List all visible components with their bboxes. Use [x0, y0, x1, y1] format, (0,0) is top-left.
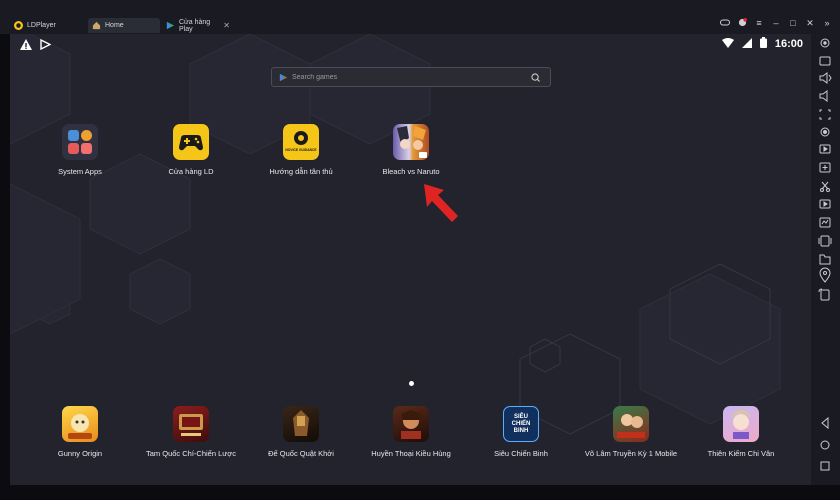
ldplayer-logo-icon	[14, 21, 23, 30]
video-icon[interactable]	[819, 199, 831, 209]
app-label: Gunny Origin	[57, 449, 103, 458]
app-label: Thiên Kiếm Chi Vân	[707, 449, 775, 458]
gunny-origin-icon	[62, 406, 98, 442]
home-icon[interactable]	[820, 440, 830, 450]
home-icon	[92, 21, 101, 30]
app-cua-hang-ld[interactable]: Cửa hàng LD	[136, 124, 246, 176]
app-huong-dan-tan-thu[interactable]: NOVICE GUIDANCE Hướng dẫn tân thủ	[246, 124, 356, 176]
window-controls: ≡ – □ ✕ »	[720, 18, 832, 29]
app-label: Cửa hàng LD	[168, 167, 214, 176]
notification-icon[interactable]	[737, 18, 747, 29]
system-apps-icon	[62, 124, 98, 160]
back-icon[interactable]	[821, 416, 829, 430]
app-de-quoc-quat-khoi[interactable]: Đế Quốc Quật Khởi	[246, 406, 356, 458]
signal-icon	[741, 37, 752, 51]
collapse-sidebar-icon[interactable]: »	[822, 18, 832, 29]
app-vo-lam-truyen-ky[interactable]: Võ Lâm Truyền Kỳ 1 Mobile	[576, 406, 686, 458]
app-huyen-thoai-kieu-hung[interactable]: Huyền Thoại Kiều Hùng	[356, 406, 466, 458]
bleach-vs-naruto-icon	[393, 124, 429, 160]
vo-lam-truyen-ky-icon	[613, 406, 649, 442]
record-icon[interactable]	[820, 127, 830, 137]
close-icon[interactable]: ✕	[805, 18, 815, 29]
bottom-border	[0, 485, 840, 500]
red-arrow-annotation	[424, 184, 458, 222]
fullscreen-icon[interactable]	[819, 109, 831, 120]
play-store-icon	[166, 21, 175, 30]
search-icon[interactable]	[531, 72, 540, 82]
app-label: Tam Quốc Chí-Chiến Lược	[146, 449, 236, 458]
search-bar[interactable]	[271, 67, 551, 87]
app-title: LDPlayer	[14, 18, 84, 33]
warning-icon	[20, 37, 32, 55]
app-label: System Apps	[58, 167, 102, 176]
gamepad-icon[interactable]	[720, 18, 730, 29]
app-label: Bleach vs Naruto	[382, 167, 440, 176]
app-bleach-vs-naruto[interactable]: Bleach vs Naruto	[356, 124, 466, 176]
tab-home-label: Home	[105, 22, 124, 29]
folder-icon[interactable]	[819, 254, 831, 265]
close-tab-icon[interactable]: ✕	[223, 21, 230, 30]
location-icon[interactable]	[819, 267, 831, 283]
tab-play-label: Cửa hàng Play	[179, 18, 211, 33]
menu-icon[interactable]: ≡	[754, 18, 764, 29]
search-input[interactable]	[288, 73, 531, 81]
sieu-chien-binh-icon: SIÊU CHIẾN BINH	[503, 406, 539, 442]
sync-icon[interactable]	[818, 235, 832, 247]
app-sieu-chien-binh[interactable]: SIÊU CHIẾN BINH Siêu Chiến Binh	[466, 406, 576, 458]
app-label: Huyền Thoại Kiều Hùng	[371, 449, 451, 458]
android-screen: 16:00 System Apps	[10, 34, 811, 485]
add-apk-icon[interactable]	[819, 162, 831, 173]
rotate-icon[interactable]	[818, 288, 830, 301]
minimize-icon[interactable]: –	[771, 18, 781, 29]
novice-guidance-icon: NOVICE GUIDANCE	[283, 124, 319, 160]
right-toolbar	[811, 34, 840, 485]
screenshot-icon[interactable]	[819, 217, 831, 228]
app-gunny-origin[interactable]: Gunny Origin	[25, 406, 135, 458]
title-bar: LDPlayer Home Cửa hàng Play ✕ ≡ – □ ✕ »	[0, 0, 840, 34]
app-tam-quoc-chi[interactable]: Tam Quốc Chí-Chiến Lược	[136, 406, 246, 458]
tab-home[interactable]: Home	[88, 18, 160, 33]
keyboard-icon[interactable]	[819, 56, 831, 66]
maximize-icon[interactable]: □	[788, 18, 798, 29]
de-quoc-quat-khoi-icon	[283, 406, 319, 442]
app-label: Hướng dẫn tân thủ	[269, 167, 333, 176]
clock: 16:00	[774, 38, 803, 50]
page-indicator	[409, 381, 414, 386]
app-name: LDPlayer	[27, 22, 56, 29]
novice-guidance-text: NOVICE GUIDANCE	[285, 148, 317, 152]
tam-quoc-chi-icon	[173, 406, 209, 442]
play-protect-icon	[40, 37, 52, 55]
app-label: Siêu Chiến Binh	[494, 449, 548, 458]
tab-play-store[interactable]: Cửa hàng Play ✕	[162, 18, 234, 33]
battery-icon	[759, 37, 767, 51]
operation-record-icon[interactable]	[819, 144, 831, 154]
sieu-chien-binh-text: SIÊU CHIẾN BINH	[511, 414, 531, 434]
app-system-apps[interactable]: System Apps	[25, 124, 135, 176]
recent-apps-icon[interactable]	[820, 461, 830, 471]
status-bar: 16:00	[10, 34, 811, 54]
settings-icon[interactable]	[820, 38, 830, 48]
thien-kiem-chi-van-icon	[723, 406, 759, 442]
app-thien-kiem-chi-van[interactable]: Thiên Kiếm Chi Vân	[686, 406, 796, 458]
wifi-icon	[721, 37, 734, 51]
app-label: Võ Lâm Truyền Kỳ 1 Mobile	[584, 449, 678, 458]
app-label: Đế Quốc Quật Khởi	[268, 449, 334, 458]
volume-down-icon[interactable]	[819, 90, 828, 102]
volume-up-icon[interactable]	[819, 72, 832, 84]
huyen-thoai-kieu-hung-icon	[393, 406, 429, 442]
scissors-icon[interactable]	[820, 181, 830, 192]
gamepad-icon	[173, 124, 209, 160]
play-store-icon	[279, 73, 288, 82]
